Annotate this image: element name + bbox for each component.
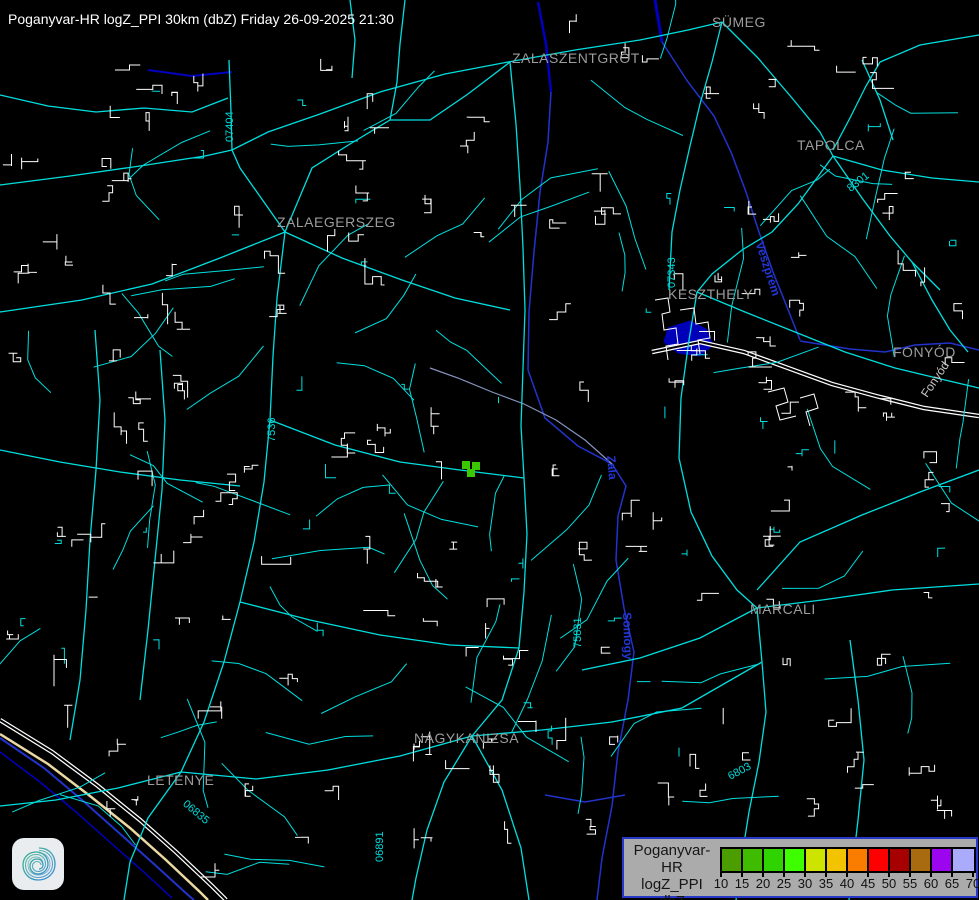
legend-color-cell <box>785 849 806 871</box>
road-label-06891: 06891 <box>374 831 386 862</box>
legend-title: Poganyvar-HR logZ_PPI dbZ <box>626 842 718 900</box>
town-label-tapolca: TAPOLCA <box>797 137 865 153</box>
legend-tick-label: 45 <box>861 876 875 891</box>
legend-color-cell <box>932 849 953 871</box>
legend-tick-label: 35 <box>819 876 833 891</box>
legend-title-line2: logZ_PPI <box>626 876 718 893</box>
radar-echo-pixel <box>467 469 475 477</box>
town-label-nagykanizsa: NAGYKANIZSA <box>414 730 519 746</box>
railway-lines <box>0 342 979 900</box>
radar-screen: Poganyvar-HR logZ_PPI 30km (dbZ) Friday … <box>0 0 979 900</box>
legend-tick-label: 15 <box>735 876 749 891</box>
legend-tick-label: 60 <box>924 876 938 891</box>
legend-tick-label: 10 <box>714 876 728 891</box>
legend-color-cell <box>722 849 743 871</box>
legend-title-line1: Poganyvar-HR <box>626 842 718 876</box>
legend-tick-label: 70 <box>966 876 979 891</box>
legend-title-line3: dbZ <box>626 893 718 900</box>
legend-color-cell <box>911 849 932 871</box>
road-label-07404: 07404 <box>224 111 236 142</box>
road-label-75831: 75831 <box>572 617 584 648</box>
legend-panel: Poganyvar-HR logZ_PPI dbZ <box>622 837 978 898</box>
road-label-7536: 7536 <box>266 418 278 442</box>
town-label-keszthely: KESZTHELY <box>668 286 753 302</box>
legend-color-bar <box>720 847 976 873</box>
legend-color-cell <box>869 849 890 871</box>
hungaromet-spiral-icon <box>18 844 58 884</box>
river-lines <box>0 0 800 900</box>
town-label-letenye: LETENYE <box>147 772 214 788</box>
county-label-somogy: Somogy <box>620 612 636 660</box>
hungaromet-logo <box>12 838 64 890</box>
road-lines <box>0 0 979 900</box>
legend-color-cell <box>806 849 827 871</box>
legend-color-cell <box>764 849 785 871</box>
town-label-zalaszentgrot: ZALASZENTGRÓT <box>512 50 640 66</box>
town-label-zalaegerszeg: ZALAEGERSZEG <box>277 214 396 230</box>
legend-tick-label: 20 <box>756 876 770 891</box>
radar-echo-pixel <box>462 461 470 469</box>
map-canvas <box>0 0 979 900</box>
road-label-07343: 07343 <box>666 257 678 288</box>
legend-tick-label: 65 <box>945 876 959 891</box>
legend-tick-label: 30 <box>798 876 812 891</box>
town-label-sumeg: SÜMEG <box>712 14 766 30</box>
legend-tick-label: 40 <box>840 876 854 891</box>
legend-color-cell <box>848 849 869 871</box>
legend-color-cell <box>827 849 848 871</box>
radar-title: Poganyvar-HR logZ_PPI 30km (dbZ) Friday … <box>8 11 394 27</box>
legend-tick-label: 55 <box>903 876 917 891</box>
legend-color-cell <box>890 849 911 871</box>
town-label-marcali: MARCALI <box>750 601 816 617</box>
town-label-fonyod: FONYÓD <box>893 344 956 360</box>
legend-tick-label: 50 <box>882 876 896 891</box>
legend-color-cell <box>953 849 974 871</box>
river-label-zala: Zala <box>604 455 620 480</box>
legend-tick-label: 25 <box>777 876 791 891</box>
legend-color-cell <box>743 849 764 871</box>
